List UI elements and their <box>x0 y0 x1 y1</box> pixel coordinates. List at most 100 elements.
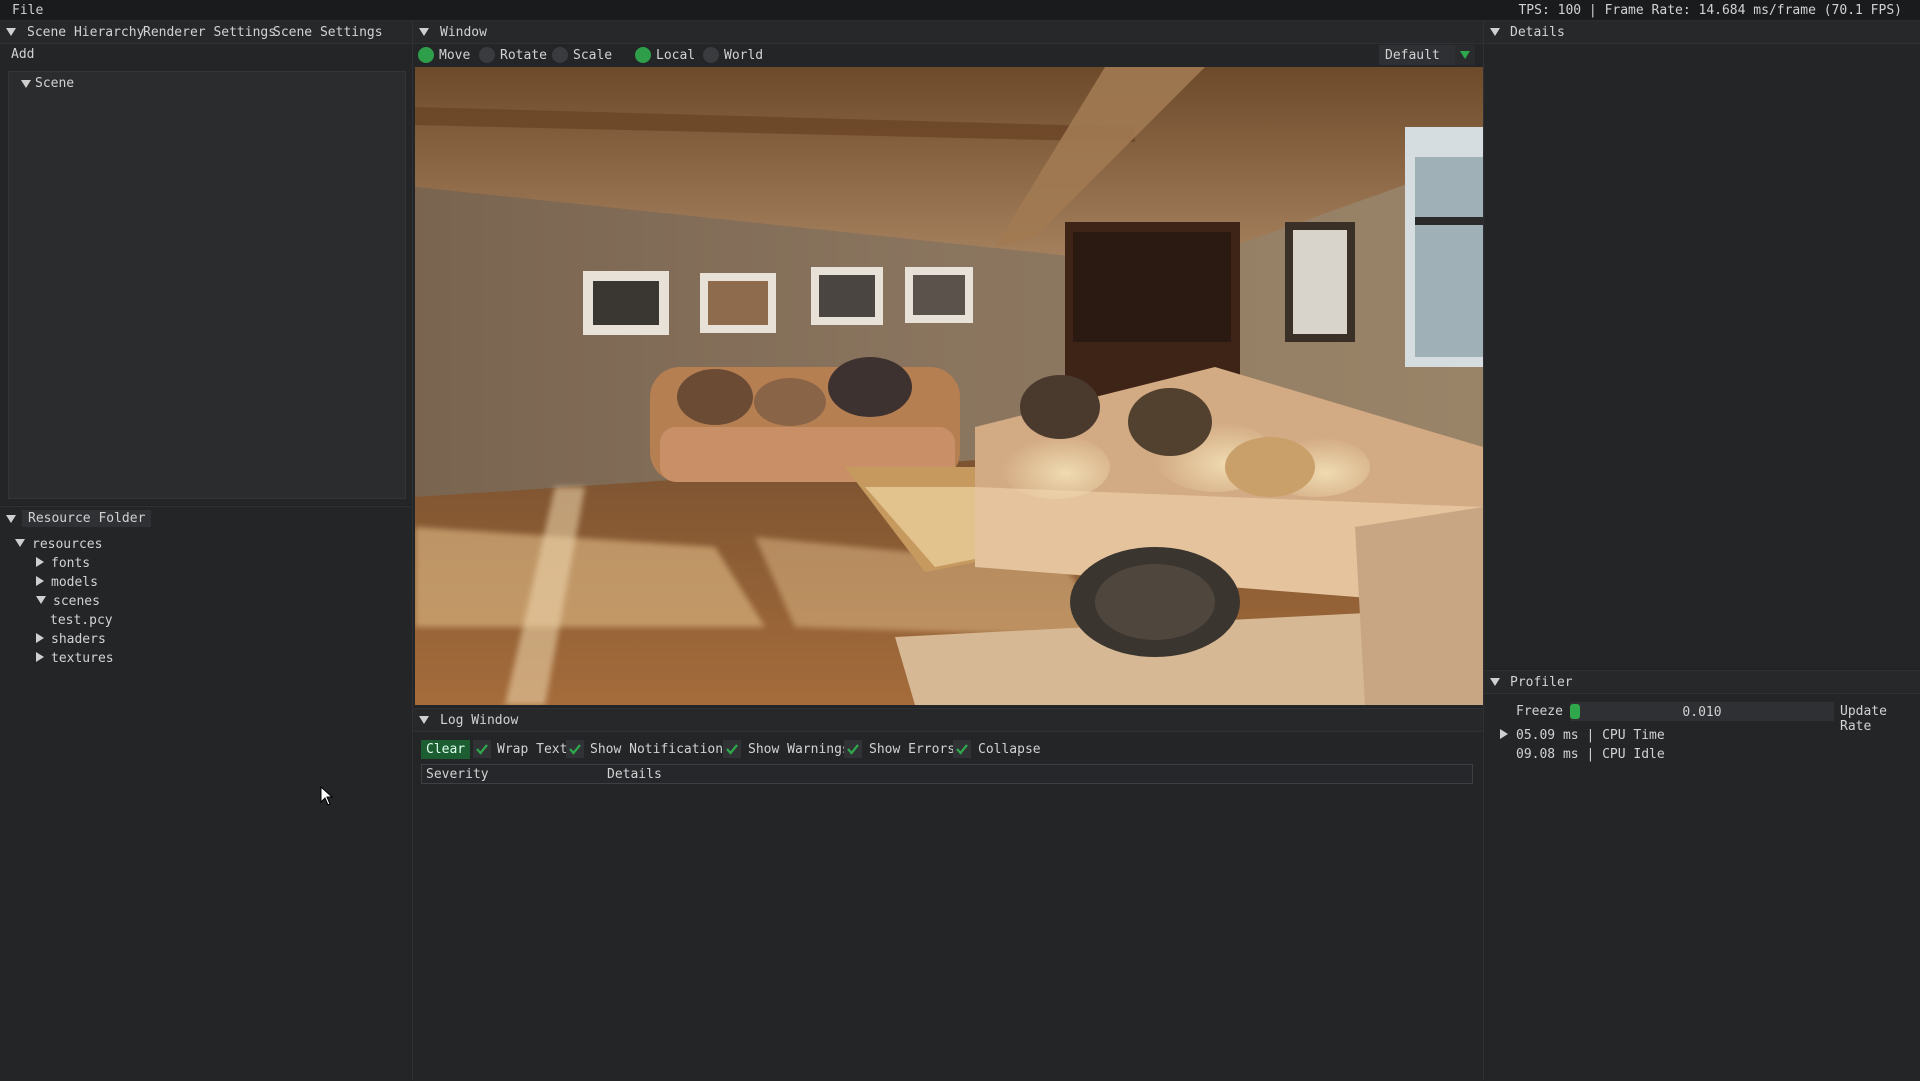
scene-tree-view: Scene <box>8 71 406 499</box>
camera-preset-dropdown[interactable]: Default <box>1379 45 1475 65</box>
transform-toolbar: Move Rotate Scale Local World Default <box>413 43 1483 67</box>
expanded-chevron-icon <box>15 539 25 547</box>
show-notifications-checkbox[interactable] <box>566 740 584 758</box>
clear-button[interactable]: Clear <box>421 740 471 759</box>
show-warnings-checkbox[interactable] <box>723 740 741 758</box>
scale-label[interactable]: Scale <box>573 48 612 63</box>
profiler-controls: Freeze 0.010 Update Rate <box>1484 701 1920 734</box>
checkmark-icon <box>476 744 488 755</box>
resource-folder-panel: Resource Folder resources fonts models s… <box>0 506 412 1081</box>
move-radio[interactable] <box>418 47 434 63</box>
checkmark-icon <box>847 744 859 755</box>
rendered-scene-image <box>415 67 1483 705</box>
scene-viewport[interactable] <box>415 67 1483 705</box>
details-panel: Details <box>1484 21 1920 669</box>
add-button[interactable]: Add <box>11 47 34 62</box>
wrap-text-checkbox[interactable] <box>473 740 491 758</box>
collapse-panel-icon[interactable] <box>6 28 16 36</box>
profiler-header: Profiler <box>1484 671 1920 694</box>
log-window-title: Log Window <box>440 713 519 728</box>
move-label[interactable]: Move <box>439 48 470 63</box>
world-label[interactable]: World <box>724 48 763 63</box>
profiler-title: Profiler <box>1510 675 1573 690</box>
freeze-toggle[interactable]: Freeze <box>1516 704 1563 719</box>
tree-item-label: fonts <box>51 556 91 571</box>
tree-item-shaders[interactable]: shaders <box>36 631 106 649</box>
cpu-time-value: 05.09 ms | CPU Time <box>1516 728 1665 743</box>
local-radio[interactable] <box>635 47 651 63</box>
resource-folder-header: Resource Folder <box>0 507 412 531</box>
checkmark-icon <box>726 744 738 755</box>
collapse-panel-icon[interactable] <box>1490 678 1500 686</box>
update-rate-value: 0.010 <box>1682 705 1722 720</box>
tree-item-models[interactable]: models <box>36 574 98 592</box>
collapse-checkbox[interactable] <box>953 740 971 758</box>
tree-item-test-pcy[interactable]: test.pcy <box>50 612 113 630</box>
update-rate-slider[interactable]: 0.010 <box>1570 702 1834 721</box>
rotate-label[interactable]: Rotate <box>500 48 547 63</box>
preset-value: Default <box>1385 48 1440 63</box>
world-radio[interactable] <box>703 47 719 63</box>
mouse-cursor-icon <box>320 786 334 806</box>
expand-chevron-icon <box>1500 729 1508 739</box>
panel-divider[interactable] <box>1483 21 1484 1080</box>
viewport-window-panel: Window Move Rotate Scale Local World Def… <box>413 21 1483 707</box>
expand-scene-icon[interactable] <box>21 80 31 88</box>
update-rate-label: Update Rate <box>1840 704 1887 734</box>
show-errors-checkbox[interactable] <box>844 740 862 758</box>
tree-item-label: textures <box>51 651 114 666</box>
log-toolbar: Clear Wrap Text Show Notifications Show … <box>413 737 1483 761</box>
tab-scene-settings[interactable]: Scene Settings <box>273 25 383 40</box>
cpu-time-row[interactable]: 05.09 ms | CPU Time <box>1500 727 1665 745</box>
collapse-panel-icon[interactable] <box>419 716 429 724</box>
details-title: Details <box>1510 25 1565 40</box>
cpu-idle-row: 09.08 ms | CPU Idle <box>1516 746 1665 764</box>
show-errors-label[interactable]: Show Errors <box>869 742 955 757</box>
collapse-panel-icon[interactable] <box>419 28 429 36</box>
tree-item-label: models <box>51 575 98 590</box>
resource-folder-title[interactable]: Resource Folder <box>22 510 152 527</box>
panel-divider[interactable] <box>412 21 413 1080</box>
log-window-header: Log Window <box>413 709 1483 732</box>
performance-stats: TPS: 100 | Frame Rate: 14.684 ms/frame (… <box>1518 3 1902 18</box>
tree-item-textures[interactable]: textures <box>36 650 114 668</box>
collapsed-chevron-icon <box>36 576 44 586</box>
tree-item-fonts[interactable]: fonts <box>36 555 90 573</box>
details-header: Details <box>1484 21 1920 44</box>
tree-item-label: scenes <box>53 594 100 609</box>
checkmark-icon <box>956 744 968 755</box>
local-label[interactable]: Local <box>656 48 695 63</box>
checkmark-icon <box>569 744 581 755</box>
collapse-panel-icon[interactable] <box>1490 28 1500 36</box>
scene-tree-root[interactable]: Scene <box>35 76 74 91</box>
collapsed-chevron-icon <box>36 557 44 567</box>
collapse-panel-icon[interactable] <box>6 515 16 523</box>
file-menu[interactable]: File <box>12 3 43 18</box>
tab-scene-hierarchy[interactable]: Scene Hierarchy <box>27 25 144 40</box>
tab-renderer-settings[interactable]: Renderer Settings <box>143 25 276 40</box>
log-table-header: Severity Details <box>421 764 1473 784</box>
tree-item-scenes[interactable]: scenes <box>36 593 100 611</box>
collapsed-chevron-icon <box>36 633 44 643</box>
dropdown-arrow-icon <box>1460 51 1470 59</box>
tree-item-label: test.pcy <box>50 613 113 628</box>
collapsed-chevron-icon <box>36 652 44 662</box>
collapse-label[interactable]: Collapse <box>978 742 1041 757</box>
tree-item-label: shaders <box>51 632 106 647</box>
menu-bar: File TPS: 100 | Frame Rate: 14.684 ms/fr… <box>0 0 1920 21</box>
viewport-header: Window <box>413 21 1483 44</box>
severity-column-header[interactable]: Severity <box>426 767 489 782</box>
scene-hierarchy-panel: Scene Hierarchy Renderer Settings Scene … <box>0 21 412 505</box>
profiler-panel: Profiler Freeze 0.010 Update Rate 05.09 … <box>1484 670 1920 1081</box>
details-column-header[interactable]: Details <box>607 767 662 782</box>
tree-item-resources[interactable]: resources <box>15 536 102 554</box>
log-window-panel: Log Window Clear Wrap Text Show Notifica… <box>413 708 1483 1081</box>
expanded-chevron-icon <box>36 596 46 604</box>
show-notifications-label[interactable]: Show Notifications <box>590 742 731 757</box>
viewport-title: Window <box>440 25 487 40</box>
wrap-text-label[interactable]: Wrap Text <box>497 742 567 757</box>
tree-item-label: resources <box>32 537 103 552</box>
show-warnings-label[interactable]: Show Warnings <box>748 742 850 757</box>
scale-radio[interactable] <box>552 47 568 63</box>
rotate-radio[interactable] <box>479 47 495 63</box>
